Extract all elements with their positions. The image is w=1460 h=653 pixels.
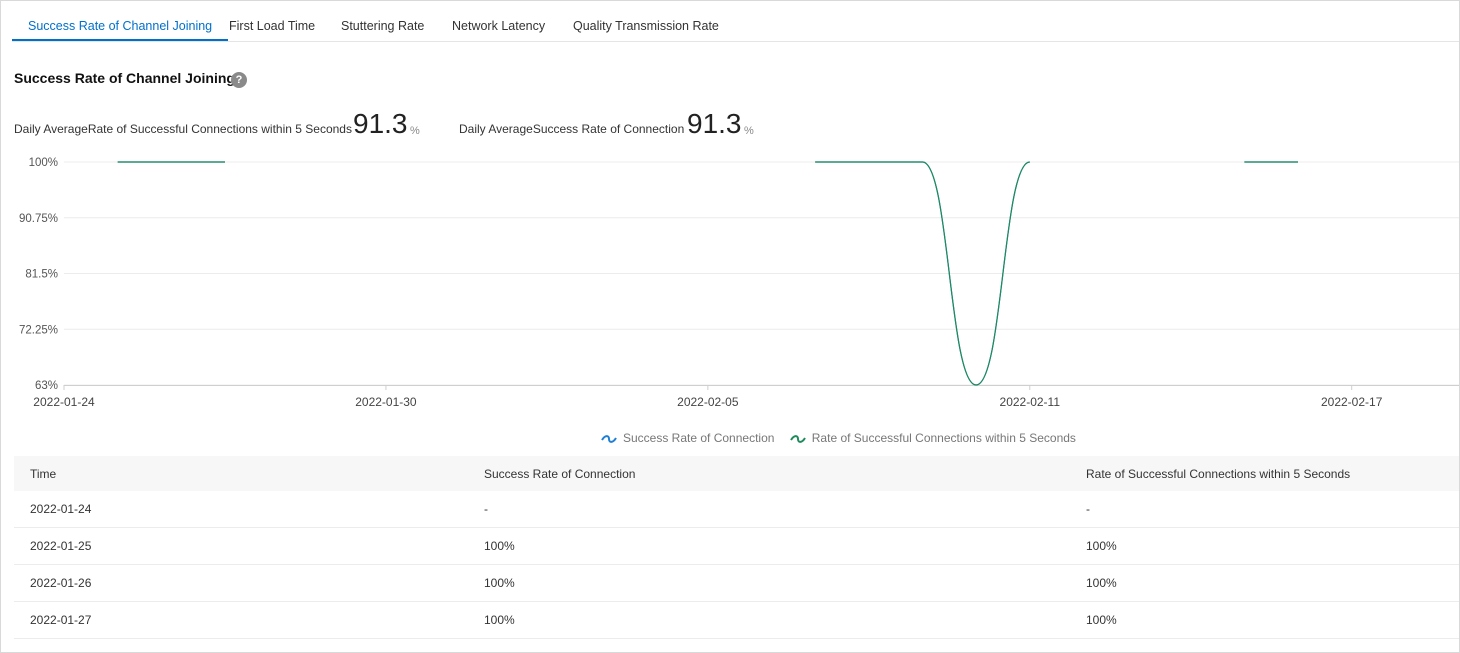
column-header-5s-rate: Rate of Successful Connections within 5 … [1070,456,1459,491]
tab-first-load-time[interactable]: First Load Time [213,1,331,41]
tab-success-rate-channel-joining[interactable]: Success Rate of Channel Joining [12,1,229,41]
table-row: 2022-01-27 100% 100% [14,601,1459,639]
x-tick-label: 2022-01-30 [355,395,417,409]
stat-label-success: Daily AverageSuccess Rate of Connection [459,122,685,136]
stat-unit-success: % [744,125,754,137]
cell-5s-rate: 100% [1070,564,1459,602]
legend-item-success[interactable]: Success Rate of Connection [601,431,774,445]
legend-item-5s[interactable]: Rate of Successful Connections within 5 … [789,431,1076,445]
table-header-row: Time Success Rate of Connection Rate of … [14,456,1459,491]
cell-5s-rate: - [1070,491,1459,528]
chart-legend: Success Rate of Connection Rate of Succe… [601,431,1088,445]
y-tick-label: 81.5% [25,269,58,281]
y-tick-label: 100% [29,157,58,169]
cell-time: 2022-01-26 [14,564,468,602]
y-tick-label: 90.75% [19,213,58,225]
x-tick-label: 2022-02-11 [1000,395,1061,409]
cell-time: 2022-01-27 [14,601,468,639]
stat-value-success: 91.3 [687,108,742,139]
cell-5s-rate: 100% [1070,527,1459,565]
column-header-success-rate: Success Rate of Connection [468,456,1070,491]
cell-success-rate: 100% [468,527,1070,565]
cell-success-rate: 100% [468,564,1070,602]
question-circle-icon[interactable]: ? [231,72,247,88]
cell-success-rate: - [468,491,1070,528]
x-tick-label: 2022-02-05 [677,395,739,409]
legend-label-success: Success Rate of Connection [623,431,775,445]
cell-5s-rate [1070,638,1459,652]
table-row: 2022-01-26 100% 100% [14,564,1459,602]
table-row: 2022-01-28 [14,638,1459,652]
cell-time: 2022-01-24 [14,491,468,528]
table-row: 2022-01-24 - - [14,491,1459,528]
stat-value-5s: 91.3 [353,108,408,139]
page-frame: Success Rate of Channel Joining First Lo… [0,0,1460,653]
y-tick-label: 63% [35,380,58,392]
legend-line-icon [789,434,806,443]
cell-success-rate: 100% [468,601,1070,639]
y-tick-label: 72.25% [19,324,58,336]
tab-stuttering-rate[interactable]: Stuttering Rate [325,1,440,41]
legend-line-icon [601,434,617,443]
tab-quality-transmission-rate[interactable]: Quality Transmission Rate [557,1,735,41]
cell-5s-rate: 100% [1070,601,1459,639]
data-table: Time Success Rate of Connection Rate of … [14,456,1459,652]
stat-unit-5s: % [410,125,420,137]
cell-time: 2022-01-25 [14,527,468,565]
tab-network-latency[interactable]: Network Latency [436,1,561,41]
section-title: Success Rate of Channel Joining [14,70,235,86]
table-row: 2022-01-25 100% 100% [14,527,1459,565]
x-tick-label: 2022-01-24 [33,395,95,409]
cell-success-rate [468,638,1070,652]
column-header-time: Time [14,456,468,491]
line-chart: 100% 90.75% 81.5% 72.25% 63% 2022-01-24 2022-0… [19,157,1459,409]
tab-bar: Success Rate of Channel Joining First Lo… [12,1,1459,42]
cell-time: 2022-01-28 [14,638,468,652]
legend-label-5s: Rate of Successful Connections within 5 … [811,431,1076,445]
stat-label-5s: Daily AverageRate of Successful Connecti… [14,122,352,136]
x-tick-label: 2022-02-17 [1321,395,1383,409]
